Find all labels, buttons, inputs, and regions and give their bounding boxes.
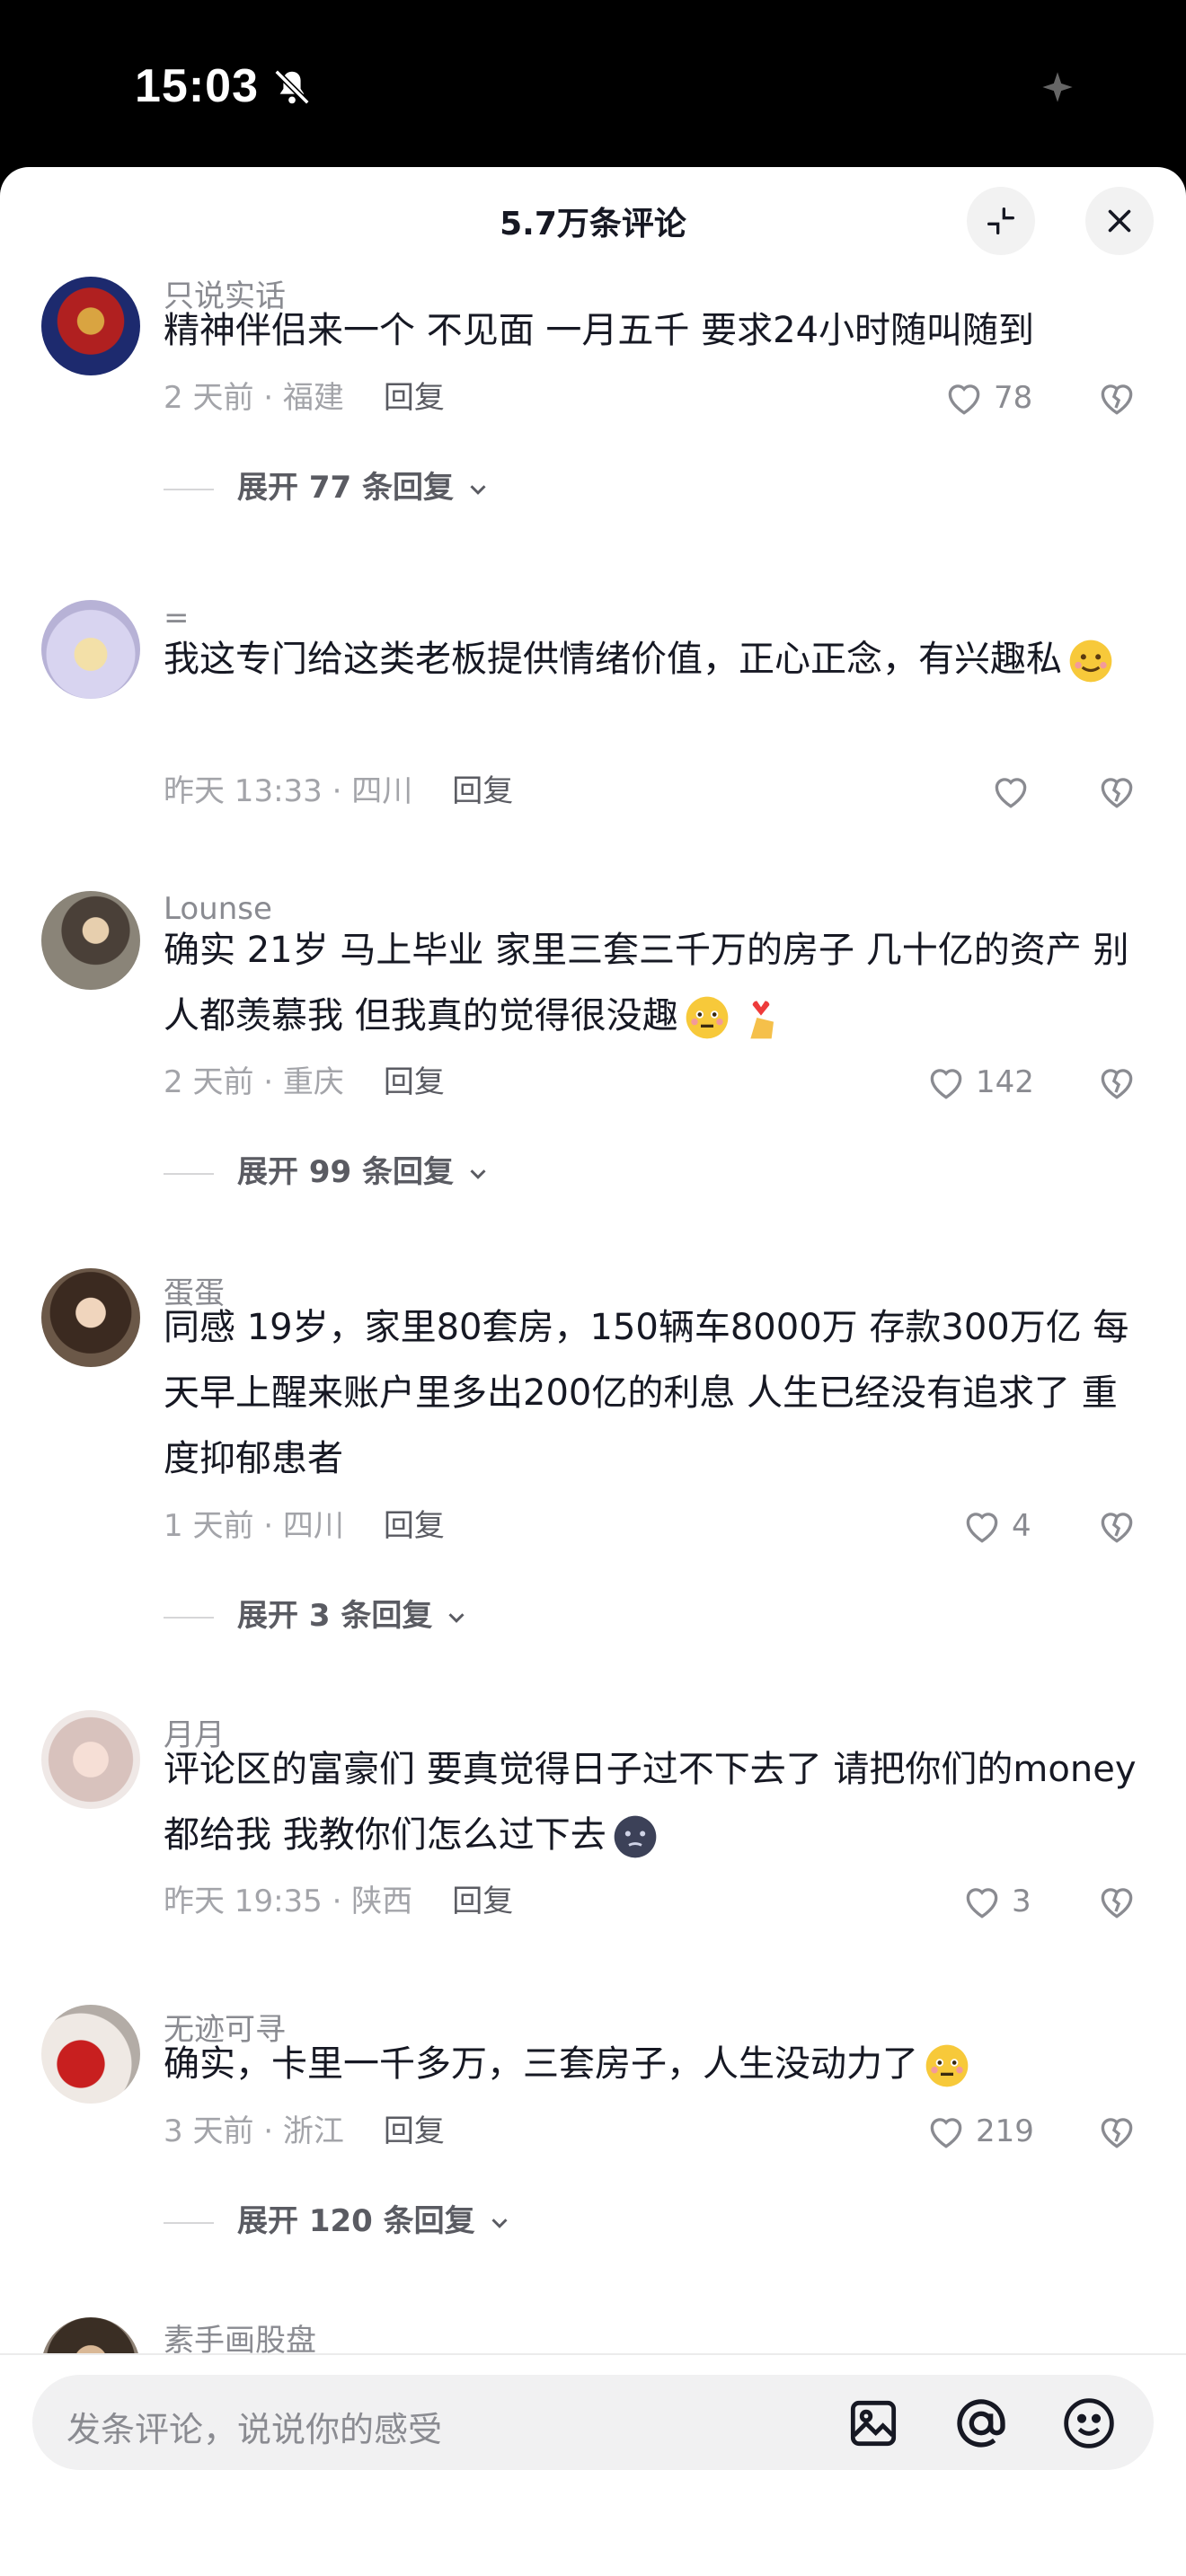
heart-icon: [930, 1069, 962, 1099]
comment-meta: 昨天 13:33 · 四川 回复: [164, 771, 513, 812]
comment-meta: 2 天前 · 重庆 回复: [164, 1062, 445, 1103]
comment-text: 评论区的富豪们 要真觉得日子过不下去了 请把你们的money都给我 我教你们怎么…: [164, 1737, 1143, 1868]
divider: [164, 2222, 214, 2224]
like-button[interactable]: 3: [960, 1879, 1031, 1924]
emoji-cheeky-icon: [1069, 640, 1112, 683]
avatar[interactable]: [41, 2005, 140, 2104]
emoji-icon[interactable]: [1060, 2395, 1118, 2452]
avatar[interactable]: [41, 1268, 140, 1367]
comment-input-bar: 发条评论，说说你的感受: [0, 2353, 1186, 2576]
collapse-button[interactable]: [967, 187, 1035, 255]
status-time: 15:03: [135, 60, 259, 112]
broken-heart-icon[interactable]: [1094, 2109, 1139, 2154]
divider: [164, 1617, 214, 1619]
comment-time-location: 昨天 19:35 · 陕西: [164, 1883, 413, 1919]
avatar[interactable]: [41, 600, 140, 699]
reply-button[interactable]: 回复: [384, 380, 445, 416]
status-indicator-icon: [1042, 72, 1073, 102]
broken-heart-icon[interactable]: [1094, 375, 1139, 420]
reply-button[interactable]: 回复: [452, 773, 513, 809]
sheet-header: 5.7万条评论: [0, 167, 1186, 275]
chevron-down-icon: [470, 1169, 486, 1179]
emoji-dark-face-icon: [614, 1815, 657, 1858]
like-button[interactable]: 78: [942, 375, 1032, 420]
expand-replies-button[interactable]: 展开 120 条回复: [237, 2201, 513, 2242]
status-bar: 15:03: [0, 0, 1186, 171]
broken-heart-icon[interactable]: [1094, 1060, 1139, 1105]
like-count: 4: [1012, 1508, 1031, 1544]
like-count: 142: [976, 1064, 1034, 1100]
avatar[interactable]: [41, 891, 140, 990]
comment-text: 确实，卡里一千多万，三套房子，人生没动力了: [164, 2032, 1143, 2097]
comment-meta: 3 天前 · 浙江 回复: [164, 2111, 445, 2152]
collapse-icon: [987, 207, 1014, 234]
heart-icon: [966, 1888, 998, 1919]
like-button[interactable]: [988, 769, 1040, 814]
like-button[interactable]: 4: [960, 1504, 1031, 1548]
emoji-shy-icon: [686, 996, 729, 1039]
comment-text: 我这专门给这类老板提供情绪价值，正心正念，有兴趣私: [164, 627, 1143, 693]
expand-replies-button[interactable]: 展开 3 条回复: [237, 1595, 470, 1636]
like-button[interactable]: 142: [924, 1060, 1034, 1105]
heart-icon: [948, 384, 980, 415]
comment-meta: 1 天前 · 四川 回复: [164, 1505, 445, 1547]
avatar[interactable]: [41, 1710, 140, 1809]
image-icon[interactable]: [845, 2395, 902, 2452]
comment-time-location: 2 天前 · 福建: [164, 380, 344, 416]
comment-time-location: 2 天前 · 重庆: [164, 1064, 344, 1100]
comment-time-location: 1 天前 · 四川: [164, 1508, 344, 1544]
expand-replies-button[interactable]: 展开 77 条回复: [237, 467, 491, 508]
heart-icon: [930, 2118, 962, 2148]
like-button[interactable]: 219: [924, 2109, 1034, 2154]
like-count: 3: [1012, 1883, 1031, 1919]
divider: [164, 489, 214, 490]
comment-time-location: 昨天 13:33 · 四川: [164, 773, 413, 809]
heart-icon: [966, 1513, 998, 1543]
broken-heart-icon[interactable]: [1094, 769, 1139, 814]
comment-text: 精神伴侣来一个 不见面 一月五千 要求24小时随叫随到: [164, 310, 1035, 351]
comment-text: 同感 19岁，家里80套房，150辆车8000万 存款300万亿 每天早上醒来账…: [164, 1307, 1129, 1479]
like-count: 78: [994, 380, 1033, 416]
comment-meta: 昨天 19:35 · 陕西 回复: [164, 1881, 513, 1922]
emoji-finger-heart-icon: [750, 1001, 774, 1039]
broken-heart-icon[interactable]: [1094, 1504, 1139, 1548]
broken-heart-icon[interactable]: [1094, 1879, 1139, 1924]
reply-button[interactable]: 回复: [384, 2113, 445, 2149]
emoji-shy-icon: [925, 2044, 969, 2087]
at-icon[interactable]: [952, 2395, 1010, 2452]
comment-meta: 2 天前 · 福建 回复: [164, 377, 445, 419]
like-count: 219: [976, 2113, 1034, 2149]
reply-button[interactable]: 回复: [384, 1508, 445, 1544]
avatar[interactable]: [41, 277, 140, 375]
divider: [164, 1173, 214, 1175]
comment-sheet: 5.7万条评论 只说实话 精神伴侣来一个 不见面 一月五千 要求24小时随叫随到…: [0, 167, 1186, 2576]
expand-replies-button[interactable]: 展开 99 条回复: [237, 1151, 491, 1193]
comment-input[interactable]: 发条评论，说说你的感受: [32, 2375, 1154, 2470]
comment-text: 确实 21岁 马上毕业 家里三套三千万的房子 几十亿的资产 别人都羡慕我 但我真…: [164, 918, 1143, 1049]
reply-button[interactable]: 回复: [452, 1883, 513, 1919]
chevron-down-icon: [491, 2218, 508, 2228]
comment-input-placeholder: 发条评论，说说你的感受: [66, 2410, 443, 2449]
close-button[interactable]: [1085, 187, 1154, 255]
comment-time-location: 3 天前 · 浙江: [164, 2113, 344, 2149]
bell-muted-icon: [274, 69, 310, 105]
heart-icon: [995, 778, 1027, 808]
chevron-down-icon: [470, 484, 486, 495]
chevron-down-icon: [448, 1612, 465, 1623]
reply-button[interactable]: 回复: [384, 1064, 445, 1100]
close-icon: [1108, 209, 1131, 233]
